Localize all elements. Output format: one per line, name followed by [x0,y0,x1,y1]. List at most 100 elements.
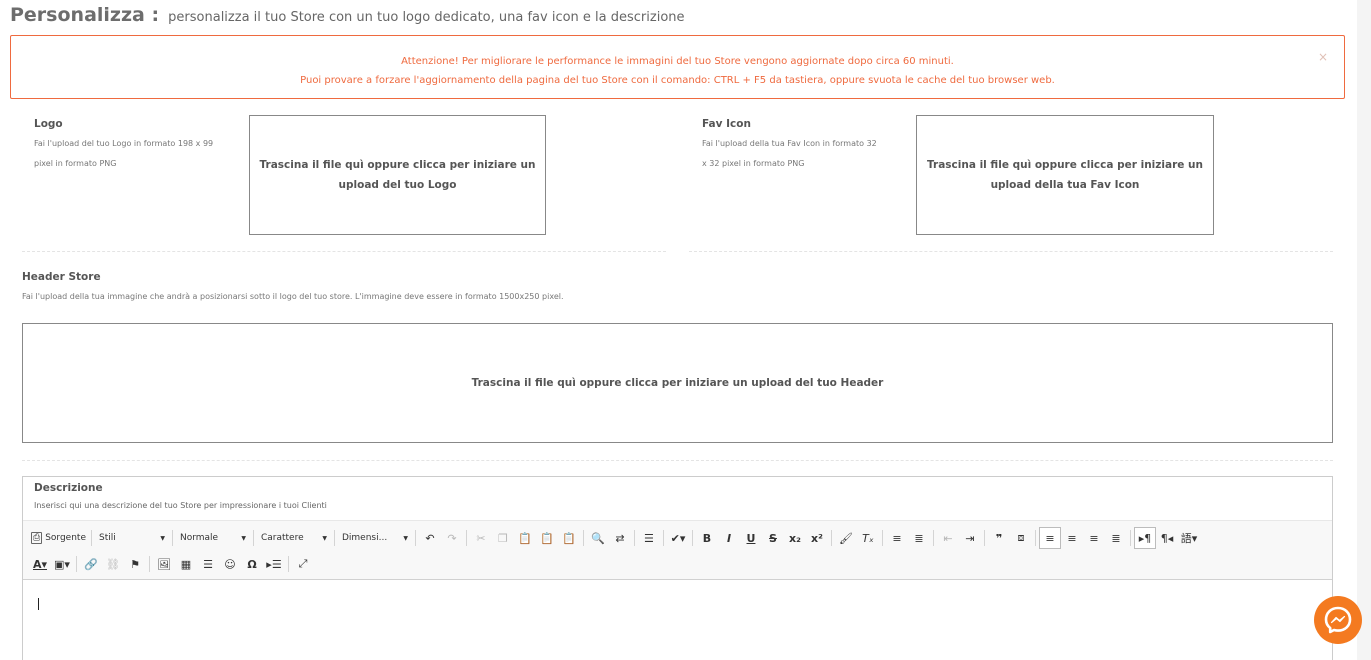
header-store-dropzone[interactable]: Trascina il file quì oppure clicca per i… [22,323,1333,443]
toolbar-separator [465,530,467,546]
size-combo[interactable]: Dimensi... ▼ [338,527,412,549]
description-header: Descrizione Inserisci qui una descrizion… [23,477,1332,520]
toolbar-separator [932,530,934,546]
copy-format-icon[interactable]: 🖌 [835,527,857,549]
description-editor: Descrizione Inserisci qui una descrizion… [22,476,1333,660]
replace-icon[interactable]: ⇄ [609,527,631,549]
source-button[interactable]: ⎙ Sorgente [29,527,88,549]
toolbar-row-1: ⎙ Sorgente Stili ▼ Normale ▼ Carattere ▼ Dim… [29,525,1326,551]
toolbar-separator [333,530,335,546]
find-icon[interactable]: 🔍 [587,527,609,549]
toolbar-separator [414,530,416,546]
toolbar-row-2: A▾ ▣▾ 🔗 ⛓ ⚑ 🖼 ▦ ☰ ☺ Ω ▸☰ ⤢ [29,551,1326,577]
source-icon: ⎙ [31,532,43,544]
chevron-down-icon: ▼ [160,534,165,542]
format-label: Normale [179,533,219,543]
page-break-icon[interactable]: ▸☰ [263,553,285,575]
table-icon[interactable]: ▦ [175,553,197,575]
horizontal-line-icon[interactable]: ☰ [197,553,219,575]
paste-icon[interactable]: 📋 [514,527,536,549]
styles-combo[interactable]: Stili ▼ [95,527,169,549]
toolbar-separator [171,530,173,546]
close-icon[interactable]: × [1318,48,1328,67]
logo-drop-line-2: upload del tuo Logo [338,179,457,191]
font-combo[interactable]: Carattere ▼ [257,527,331,549]
cut-icon[interactable]: ✂ [470,527,492,549]
favicon-help-line-1: Fai l'upload della tua Fav Icon in forma… [702,139,877,148]
logo-help-line-1: Fai l'upload del tuo Logo in formato 198… [34,139,214,148]
language-icon[interactable]: 語▾ [1178,527,1200,549]
format-combo[interactable]: Normale ▼ [176,527,250,549]
outdent-icon[interactable]: ⇤ [937,527,959,549]
unlink-icon[interactable]: ⛓ [102,553,124,575]
underline-icon[interactable]: U [740,527,762,549]
anchor-icon[interactable]: ⚑ [124,553,146,575]
div-container-icon[interactable]: ⧈ [1010,527,1032,549]
rtl-icon[interactable]: ¶◂ [1156,527,1178,549]
select-all-icon[interactable]: ☰ [638,527,660,549]
divider [689,251,1333,252]
align-justify-icon[interactable]: ≣ [1105,527,1127,549]
header-store-help: Fai l'upload della tua immagine che andr… [22,292,564,301]
logo-drop-line-1: Trascina il file quì oppure clicca per i… [259,159,536,171]
undo-icon[interactable]: ↶ [419,527,441,549]
numbered-list-icon[interactable]: ≡ [886,527,908,549]
toolbar-separator [582,530,584,546]
alert-line-1: Attenzione! Per migliorare le performanc… [401,56,954,67]
toolbar-separator [149,556,150,572]
strikethrough-icon[interactable]: S [762,527,784,549]
toolbar-separator [983,530,985,546]
alert-line-2: Puoi provare a forzare l'aggiornamento d… [300,75,1055,86]
link-icon[interactable]: 🔗 [80,553,102,575]
toolbar-separator [881,530,883,546]
maximize-icon[interactable]: ⤢ [292,553,314,575]
font-label: Carattere [260,533,304,543]
divider [22,251,666,252]
page-title: Personalizza : [10,4,160,26]
paste-word-icon[interactable]: 📋 [558,527,580,549]
scrollbar[interactable] [1357,0,1371,660]
description-label: Descrizione [34,482,103,494]
smiley-icon[interactable]: ☺ [219,553,241,575]
spellcheck-icon[interactable]: ✔▾ [667,527,689,549]
favicon-help-line-2: x 32 pixel in formato PNG [702,159,805,168]
indent-icon[interactable]: ⇥ [959,527,981,549]
source-label: Sorgente [45,533,86,543]
copy-icon[interactable]: ❐ [492,527,514,549]
ltr-icon[interactable]: ▸¶ [1133,527,1156,549]
messenger-button[interactable] [1314,596,1362,644]
logo-dropzone[interactable]: Trascina il file quì oppure clicca per i… [249,115,546,235]
bold-icon[interactable]: B [696,527,718,549]
redo-icon[interactable]: ↷ [441,527,463,549]
text-color-icon[interactable]: A▾ [29,553,51,575]
remove-format-icon[interactable]: Tₓ [857,527,879,549]
toolbar-separator [691,530,693,546]
header-store-label: Header Store [22,271,101,283]
alert-box: Attenzione! Per migliorare le performanc… [10,35,1345,99]
toolbar-separator [1129,530,1131,546]
chevron-down-icon: ▼ [241,534,246,542]
size-label: Dimensi... [341,533,388,543]
special-char-icon[interactable]: Ω [241,553,263,575]
align-center-icon[interactable]: ≡ [1061,527,1083,549]
divider [22,460,1333,461]
editor-content-area[interactable] [23,580,1332,660]
italic-icon[interactable]: I [718,527,740,549]
bulleted-list-icon[interactable]: ≣ [908,527,930,549]
align-left-icon[interactable]: ≡ [1038,527,1061,549]
toolbar-separator [288,556,289,572]
favicon-drop-line-2: upload della tua Fav Icon [990,179,1140,191]
messenger-icon [1324,606,1352,634]
background-color-icon[interactable]: ▣▾ [51,553,73,575]
favicon-dropzone[interactable]: Trascina il file quì oppure clicca per i… [916,115,1214,235]
blockquote-icon[interactable]: ❞ [988,527,1010,549]
image-icon[interactable]: 🖼 [153,553,175,575]
toolbar-separator [1034,530,1036,546]
paste-text-icon[interactable]: 📋 [536,527,558,549]
header-store-drop-text: Trascina il file quì oppure clicca per i… [471,377,884,389]
align-right-icon[interactable]: ≡ [1083,527,1105,549]
page-header: Personalizza : personalizza il tuo Store… [10,4,685,26]
subscript-icon[interactable]: x₂ [784,527,806,549]
superscript-icon[interactable]: x² [806,527,828,549]
logo-label: Logo [34,118,63,130]
